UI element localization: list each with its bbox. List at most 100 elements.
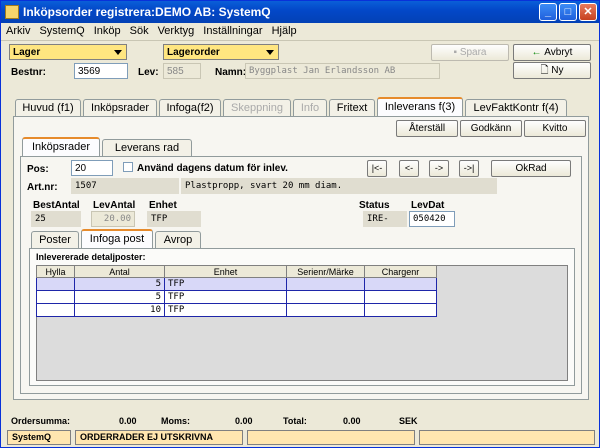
minimize-icon[interactable]: _ [539, 3, 557, 21]
bestnr-field[interactable]: 3569 [74, 63, 128, 79]
bestnr-label: Bestnr: [11, 67, 47, 78]
menu-verktyg[interactable]: Verktyg [153, 23, 199, 37]
cell-chargenr[interactable] [364, 277, 437, 291]
menu-bar: Arkiv SystemQ Inköp Sök Verktyg Inställningar… [1, 23, 599, 41]
col-antal[interactable]: Antal [74, 265, 165, 278]
menu-inkop[interactable]: Inköp [89, 23, 125, 37]
cell-hylla[interactable] [36, 303, 75, 317]
tab-inkopsrader[interactable]: Inköpsrader [83, 99, 157, 117]
menu-sok[interactable]: Sök [125, 23, 153, 37]
cell-chargenr[interactable] [364, 290, 437, 304]
ny-label: Ny [551, 65, 564, 76]
bestantal-field: 25 [31, 211, 81, 227]
subtab-inkopsrader[interactable]: Inköpsrader [22, 137, 100, 157]
total-label: Total: [283, 416, 307, 426]
enhet-field: TFP [147, 211, 201, 227]
col-enhet[interactable]: Enhet [164, 265, 287, 278]
cell-hylla[interactable] [36, 277, 75, 291]
col-serienr[interactable]: Serienr/Märke [286, 265, 365, 278]
maximize-icon[interactable]: □ [559, 3, 577, 21]
aterstall-button[interactable]: Återställ [396, 120, 458, 137]
pos-field[interactable]: 20 [71, 160, 113, 176]
col-hylla[interactable]: Hylla [36, 265, 75, 278]
dagens-datum-checkbox[interactable] [123, 162, 133, 172]
avbryt-button[interactable]: ← Avbryt [513, 44, 591, 61]
statusbar-app: SystemQ [7, 430, 71, 445]
window-title: Inköpsorder registrera:DEMO AB: SystemQ [23, 5, 271, 19]
ordersumma-value: 0.00 [119, 416, 137, 426]
cell-chargenr[interactable] [364, 303, 437, 317]
cell-serienr[interactable] [286, 277, 365, 291]
levantal-label: LevAntal [93, 200, 136, 211]
inleverans-panel: Återställ Godkänn Kvitto Inköpsrader Lev… [13, 116, 589, 400]
table-row[interactable]: 10 TFP [36, 303, 437, 317]
innertab-avrop[interactable]: Avrop [155, 231, 201, 249]
innertab-infoga-post[interactable]: Infoga post [81, 229, 153, 249]
currency-label: SEK [399, 416, 418, 426]
tab-info[interactable]: Info [293, 99, 327, 117]
cell-serienr[interactable] [286, 303, 365, 317]
tab-huvud[interactable]: Huvud (f1) [15, 99, 81, 117]
menu-arkiv[interactable]: Arkiv [1, 23, 34, 37]
levantal-field[interactable]: 20.00 [91, 211, 135, 227]
lev-label: Lev: [138, 67, 159, 78]
cell-hylla[interactable] [36, 290, 75, 304]
table-row[interactable]: 5 TFP [36, 290, 437, 304]
cell-antal[interactable]: 5 [74, 290, 165, 304]
lagerorder-select[interactable]: Lagerorder [163, 44, 279, 60]
menu-installningar[interactable]: Inställningar [198, 23, 266, 37]
cell-enhet[interactable]: TFP [164, 303, 287, 317]
statusbar-pane-3 [247, 430, 415, 445]
cell-serienr[interactable] [286, 290, 365, 304]
chevron-down-icon [265, 48, 276, 58]
tab-skeppning[interactable]: Skeppning [223, 99, 291, 117]
title-bar: Inköpsorder registrera:DEMO AB: SystemQ … [1, 1, 599, 23]
tab-inleverans[interactable]: Inleverans f(3) [377, 97, 463, 117]
okrad-button[interactable]: OkRad [491, 160, 571, 177]
benamning-field: Plastpropp, svart 20 mm diam. [181, 178, 497, 194]
cell-enhet[interactable]: TFP [164, 277, 287, 291]
status-label: Status [359, 200, 390, 211]
status-field: IRE- [363, 211, 407, 227]
chevron-down-icon [113, 48, 124, 58]
artnr-label: Art.nr: [27, 182, 58, 193]
cell-antal[interactable]: 5 [74, 277, 165, 291]
statusbar-pane-4 [419, 430, 595, 445]
kvitto-button[interactable]: Kvitto [524, 120, 586, 137]
tab-levfaktkontr[interactable]: LevFaktKontr f(4) [465, 99, 567, 117]
menu-hjalp[interactable]: Hjälp [267, 23, 301, 37]
enhet-label: Enhet [149, 200, 177, 211]
lager-select[interactable]: Lager [9, 44, 127, 60]
tab-fritext[interactable]: Fritext [329, 99, 375, 117]
spara-button[interactable]: ▪ Spara [431, 44, 509, 61]
statusbar-message: ORDERRADER EJ UTSKRIVNA [75, 430, 243, 445]
artnr-field: 1507 [71, 178, 179, 194]
moms-label: Moms: [161, 416, 190, 426]
pos-label: Pos: [27, 164, 49, 175]
last-row-button[interactable]: ->| [459, 160, 479, 177]
main-window: Inköpsorder registrera:DEMO AB: SystemQ … [0, 0, 600, 448]
ordersumma-label: Ordersumma: [11, 416, 71, 426]
innertab-poster[interactable]: Poster [31, 231, 79, 249]
cell-enhet[interactable]: TFP [164, 290, 287, 304]
detaljposter-panel: Inlevererade detaljposter: Hylla Antal E… [29, 248, 575, 386]
godkann-button[interactable]: Godkänn [460, 120, 522, 137]
new-document-icon: 🗋 [540, 65, 552, 76]
avbryt-label: Avbryt [544, 47, 573, 58]
lev-field: 585 [163, 63, 201, 79]
tab-infoga[interactable]: Infoga(f2) [159, 99, 221, 117]
table-row[interactable]: 5 TFP [36, 277, 437, 291]
ny-button[interactable]: 🗋 Ny [513, 62, 591, 79]
menu-systemq[interactable]: SystemQ [34, 23, 88, 37]
col-chargenr[interactable]: Chargenr [364, 265, 437, 278]
arrow-left-icon: ← [531, 47, 545, 58]
subtab-leverans-rad[interactable]: Leverans rad [102, 139, 192, 157]
cell-antal[interactable]: 10 [74, 303, 165, 317]
leverans-rad-panel: Pos: 20 Använd dagens datum för inlev. |… [20, 156, 582, 394]
prev-row-button[interactable]: <- [399, 160, 419, 177]
next-row-button[interactable]: -> [429, 160, 449, 177]
first-row-button[interactable]: |<- [367, 160, 387, 177]
detaljposter-title: Inlevererade detaljposter: [36, 252, 146, 262]
levdat-field[interactable]: 050420 [409, 211, 455, 227]
close-icon[interactable]: ✕ [579, 3, 597, 21]
